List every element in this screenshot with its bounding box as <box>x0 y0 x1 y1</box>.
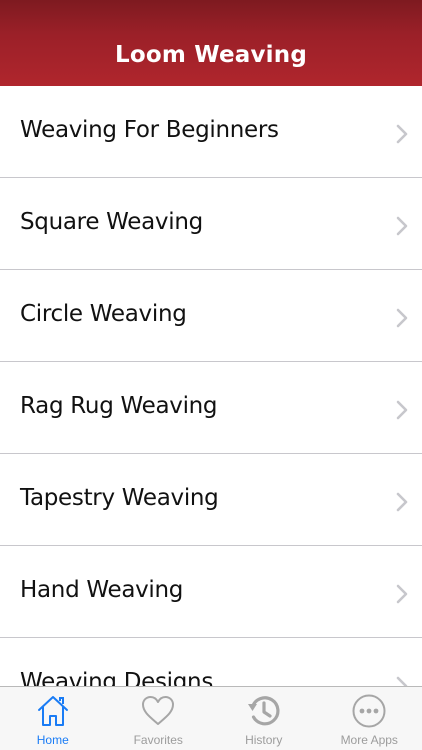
list-item-label: Weaving For Beginners <box>20 117 279 143</box>
list-item[interactable]: Tapestry Weaving <box>0 454 422 546</box>
list-item-label: Square Weaving <box>20 209 203 235</box>
tab-history[interactable]: History <box>211 687 317 750</box>
tab-label: Home <box>36 733 69 747</box>
topic-list: Weaving For Beginners Square Weaving Cir… <box>0 86 422 686</box>
list-item-label: Hand Weaving <box>20 577 184 603</box>
tab-label: Favorites <box>133 733 183 747</box>
chevron-right-icon <box>396 400 408 420</box>
history-icon <box>247 696 280 726</box>
page-title: Loom Weaving <box>114 42 307 68</box>
nav-bar: Loom Weaving <box>0 0 422 86</box>
list-item[interactable]: Rag Rug Weaving <box>0 362 422 454</box>
list-item[interactable]: Weaving For Beginners <box>0 86 422 178</box>
tab-home[interactable]: Home <box>0 687 106 750</box>
list-item[interactable]: Weaving Designs <box>0 638 422 686</box>
tab-label: History <box>245 733 283 747</box>
tab-favorites[interactable]: Favorites <box>106 687 212 750</box>
tab-more-apps[interactable]: More Apps <box>317 687 422 750</box>
list-item-label: Circle Weaving <box>20 301 187 327</box>
chevron-right-icon <box>396 492 408 512</box>
chevron-right-icon <box>396 216 408 236</box>
chevron-right-icon <box>396 584 408 604</box>
tab-label: More Apps <box>340 733 398 747</box>
home-icon <box>37 696 68 726</box>
list-item-label: Rag Rug Weaving <box>20 393 218 419</box>
list-item[interactable]: Hand Weaving <box>0 546 422 638</box>
tab-bar: Home Favorites History More Apps <box>0 686 422 750</box>
list-item[interactable]: Circle Weaving <box>0 270 422 362</box>
list-item-label: Tapestry Weaving <box>20 485 219 511</box>
chevron-right-icon <box>396 124 408 144</box>
heart-icon <box>142 696 175 725</box>
chevron-right-icon <box>396 308 408 328</box>
chevron-right-icon <box>396 676 408 686</box>
list-item-label: Weaving Designs <box>20 669 214 686</box>
more-icon <box>352 694 386 728</box>
list-item[interactable]: Square Weaving <box>0 178 422 270</box>
